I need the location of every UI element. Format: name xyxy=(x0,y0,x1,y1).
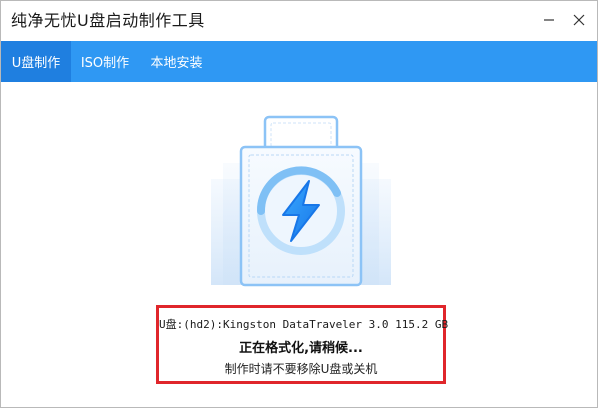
close-icon xyxy=(573,14,585,26)
tab-local-install[interactable]: 本地安装 xyxy=(139,41,214,82)
status-panel: U盘:(hd2):Kingston DataTraveler 3.0 115.2… xyxy=(156,305,449,384)
tab-iso-make[interactable]: ISO制作 xyxy=(71,41,139,82)
minimize-button[interactable] xyxy=(535,7,563,33)
window-title: 纯净无忧U盘启动制作工具 xyxy=(11,11,205,30)
close-button[interactable] xyxy=(565,7,593,33)
warning-message: 制作时请不要移除U盘或关机 xyxy=(224,362,378,376)
usb-drive-lightning-icon xyxy=(211,115,391,287)
tab-usb-make[interactable]: U盘制作 xyxy=(1,41,71,82)
usb-drive-illustration xyxy=(201,111,401,291)
minimize-icon xyxy=(544,19,554,21)
status-message: 正在格式化,请稍候... xyxy=(239,341,363,356)
app-window: 纯净无忧U盘启动制作工具 U盘制作 ISO制作 本地安装 U盘:(hd2):Ki… xyxy=(0,0,598,408)
title-bar[interactable]: 纯净无忧U盘启动制作工具 xyxy=(1,1,597,41)
device-info: U盘:(hd2):Kingston DataTraveler 3.0 115.2… xyxy=(159,318,449,331)
tab-bar: U盘制作 ISO制作 本地安装 xyxy=(1,41,597,82)
